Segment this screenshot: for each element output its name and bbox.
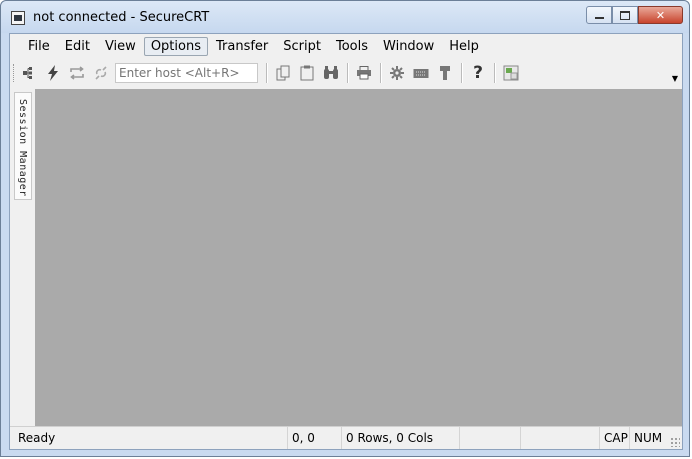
- maximize-button[interactable]: [612, 6, 638, 24]
- status-ready: Ready: [18, 431, 56, 445]
- terminal-area[interactable]: [35, 89, 682, 427]
- status-bar: Ready 0, 0 0 Rows, 0 Cols CAP NUM: [10, 426, 682, 449]
- close-button[interactable]: ✕: [638, 6, 683, 24]
- status-cap: CAP: [599, 427, 629, 449]
- status-num: NUM: [629, 427, 667, 449]
- session-manager-tab[interactable]: Session Manager: [14, 92, 32, 200]
- sftp-icon[interactable]: [434, 62, 456, 84]
- quick-connect-icon[interactable]: [42, 62, 64, 84]
- securecrt-app-icon[interactable]: [11, 11, 25, 25]
- toolbar-separator: [266, 63, 267, 83]
- menu-transfer[interactable]: Transfer: [209, 37, 275, 56]
- toolbar-separator: [494, 63, 495, 83]
- toolbar-separator: [347, 63, 348, 83]
- session-manager-label: Session Manager: [17, 99, 28, 197]
- print-icon[interactable]: [353, 62, 375, 84]
- status-dimensions: 0 Rows, 0 Cols: [341, 427, 459, 449]
- status-panel-empty: [459, 427, 520, 449]
- resize-grip[interactable]: [670, 437, 680, 447]
- client-area: File Edit View Options Transfer Script T…: [9, 33, 683, 450]
- status-cursor-position: 0, 0: [287, 427, 341, 449]
- window-title: not connected - SecureCRT: [33, 10, 210, 25]
- menu-file[interactable]: File: [21, 37, 57, 56]
- host-input[interactable]: [115, 63, 258, 83]
- toolbar-grip[interactable]: [13, 64, 17, 82]
- menu-tools[interactable]: Tools: [329, 37, 375, 56]
- menu-window[interactable]: Window: [376, 37, 441, 56]
- screenshot-icon[interactable]: [500, 62, 522, 84]
- title-bar[interactable]: not connected - SecureCRT ✕: [1, 1, 689, 33]
- menu-options[interactable]: Options: [143, 36, 208, 56]
- keymap-icon[interactable]: [410, 62, 432, 84]
- find-icon[interactable]: [320, 62, 342, 84]
- app-window: not connected - SecureCRT ✕ File Edit Vi…: [0, 0, 690, 457]
- main-toolbar: ? ▼: [10, 60, 682, 86]
- toolbar-overflow-icon[interactable]: ▼: [672, 74, 678, 83]
- minimize-button[interactable]: [586, 6, 612, 24]
- toolbar-separator: [461, 63, 462, 83]
- session-options-icon[interactable]: [386, 62, 408, 84]
- status-panel-empty: [520, 427, 599, 449]
- menu-help[interactable]: Help: [442, 37, 486, 56]
- copy-icon[interactable]: [272, 62, 294, 84]
- menu-edit[interactable]: Edit: [58, 37, 97, 56]
- menu-view[interactable]: View: [98, 37, 143, 56]
- help-icon[interactable]: ?: [467, 62, 489, 84]
- menu-script[interactable]: Script: [276, 37, 328, 56]
- window-controls: ✕: [586, 6, 683, 24]
- toolbar-separator: [380, 63, 381, 83]
- connect-in-tab-icon[interactable]: [18, 62, 40, 84]
- menu-bar: File Edit View Options Transfer Script T…: [10, 34, 682, 58]
- disconnect-icon[interactable]: [90, 62, 112, 84]
- reconnect-icon[interactable]: [66, 62, 88, 84]
- paste-icon[interactable]: [296, 62, 318, 84]
